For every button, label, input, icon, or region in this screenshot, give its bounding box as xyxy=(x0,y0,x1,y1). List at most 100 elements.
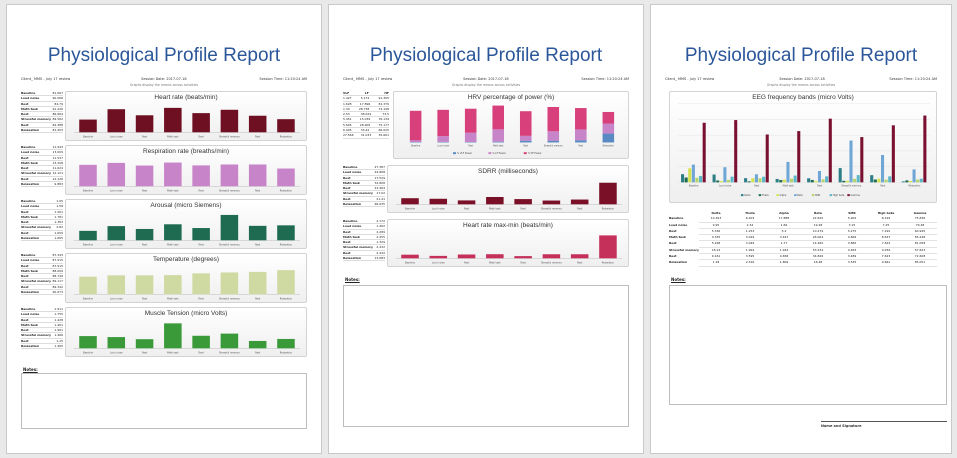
chart-bar xyxy=(107,226,126,241)
chart-bar xyxy=(79,336,97,349)
stats-label: Baseline xyxy=(21,199,36,203)
subtitle-note: Graphs display the means across activiti… xyxy=(451,83,521,87)
stats-table: Baseline 81.067 Loud noise 90.066 Rest 84.79 M… xyxy=(21,91,63,141)
chart-bar xyxy=(107,162,126,187)
x-tick-label: Rest xyxy=(577,262,582,265)
chart-bar xyxy=(457,200,476,205)
x-tick-label: Rest xyxy=(142,298,147,301)
chart-bar xyxy=(719,181,723,183)
chart-bar xyxy=(716,180,720,183)
chart-bar xyxy=(888,176,892,183)
table-cell: 33.42 xyxy=(360,128,370,133)
x-tick-label: Loud noise xyxy=(110,244,123,247)
chart-bar xyxy=(248,115,267,133)
stats-label: Rest xyxy=(343,240,351,245)
x-tick-label: Loud noise xyxy=(110,352,123,355)
stats-value: 86.664 xyxy=(52,112,64,117)
stats-label: Rest xyxy=(21,155,29,160)
eeg-data-grid: Delta Theta Alpha Beta SMR High beta Gamma Base… xyxy=(669,211,937,267)
stats-label: Stressful memory xyxy=(21,171,51,176)
chart-bar xyxy=(277,225,295,241)
stats-label: Rest xyxy=(21,317,29,322)
legend-swatch xyxy=(740,194,744,197)
chart-bar-segment xyxy=(575,108,587,130)
stats-table: Baseline 1.911 Loud noise 1.755 Rest 1.428 Mat… xyxy=(21,307,63,357)
session-date: Session Date: 2017-07-18 xyxy=(141,77,187,81)
notes-box[interactable] xyxy=(21,373,307,429)
notes-label: Notes: xyxy=(671,277,686,282)
chart-bar xyxy=(702,122,706,183)
stats-label: Rest xyxy=(21,284,29,289)
x-tick-label: Loud noise xyxy=(432,262,445,265)
chart-bar xyxy=(277,119,295,133)
notes-box[interactable] xyxy=(343,285,629,427)
legend-label: Alpha xyxy=(780,194,787,197)
table-cell: 4.661 xyxy=(869,260,903,267)
signature-label: Name and Signature xyxy=(821,424,862,428)
x-tick-label: Baseline xyxy=(83,190,94,193)
stats-label: Loud noise xyxy=(343,224,362,229)
chart-bar xyxy=(220,214,239,241)
stats-value: 24.868 xyxy=(374,170,386,175)
stats-row: Relaxation 96.635 xyxy=(343,202,385,208)
chart-bar xyxy=(842,180,846,183)
chart-bar xyxy=(277,338,295,349)
chart-bar xyxy=(880,154,885,183)
stats-label: Loud noise xyxy=(21,258,40,263)
chart-bar xyxy=(248,271,267,295)
chart-bar-segment xyxy=(519,135,532,141)
stats-value: 2.432 xyxy=(376,245,385,250)
chart-bar xyxy=(786,161,790,183)
stats-table: Baseline 1.05 Loud noise 1.58 Rest 1.261 Math … xyxy=(21,199,63,249)
stats-value: 1.465 xyxy=(54,344,63,349)
chart-bar-segment xyxy=(409,140,422,143)
chart-bar xyxy=(248,225,267,241)
chart-bar xyxy=(905,180,909,183)
session-time: Session Time: 11:20:24 AM xyxy=(581,77,629,81)
chart-svg: Baseline Loud noise Rest Math task Rest Stres… xyxy=(73,270,301,301)
x-tick-label: Relaxation xyxy=(280,136,293,139)
table-cell: 66.025 xyxy=(378,128,390,133)
chart-bar xyxy=(277,168,295,187)
x-tick-label: Baseline xyxy=(83,298,94,301)
stats-row: Relaxation 1.665 xyxy=(21,236,63,242)
chart-bar xyxy=(457,254,476,259)
client-label: Client_ MMS - July 17 review xyxy=(21,77,71,81)
table-cell: 1.39 xyxy=(343,106,350,111)
stats-label: Math task xyxy=(21,106,38,111)
stats-label: Loud noise xyxy=(21,150,40,155)
chart-bar xyxy=(691,164,695,183)
subtitle-note: Graphs display the means across activiti… xyxy=(129,83,199,87)
x-tick-label: Stressful memory xyxy=(541,208,562,211)
stats-label: Relaxation xyxy=(343,202,362,207)
chart-bar xyxy=(514,199,532,205)
chart-bar xyxy=(192,165,210,187)
legend-label: % LF Power xyxy=(492,152,505,155)
table-cell: 15.039 xyxy=(359,117,371,122)
stats-label: Rest xyxy=(21,209,29,214)
chart-bar xyxy=(790,178,794,183)
x-tick-label: Math task xyxy=(783,184,795,187)
chart-bar xyxy=(838,168,842,183)
stats-label: Rest xyxy=(343,186,351,191)
chart-section-eeg: EEG frequency bands (micro Volts) Baselin… xyxy=(669,91,937,203)
stats-value: 1.261 xyxy=(54,209,63,214)
notes-box[interactable] xyxy=(669,285,947,405)
client-label: Client_ MMS - July 17 review xyxy=(665,77,715,81)
stats-value: 1.461 xyxy=(54,322,63,327)
chart-bar xyxy=(79,119,97,133)
chart-bar xyxy=(793,175,797,183)
legend-label: Theta xyxy=(762,194,769,197)
table-cell: 28.905 xyxy=(359,122,371,127)
table-header-cell: LF xyxy=(364,91,369,95)
stats-label: Math task xyxy=(21,160,38,165)
chart-bar xyxy=(135,165,154,187)
report-page-1: Physiological Profile Report Client_ MMS… xyxy=(6,4,322,454)
chart-bar xyxy=(107,337,126,349)
x-tick-label: Rest xyxy=(199,136,204,139)
x-tick-label: Rest xyxy=(255,244,260,247)
x-tick-label: Baseline xyxy=(405,262,416,265)
stats-value: 17.529 xyxy=(374,175,386,180)
stats-value: 84.388 xyxy=(52,122,64,127)
stats-value: 12.121 xyxy=(52,171,64,176)
